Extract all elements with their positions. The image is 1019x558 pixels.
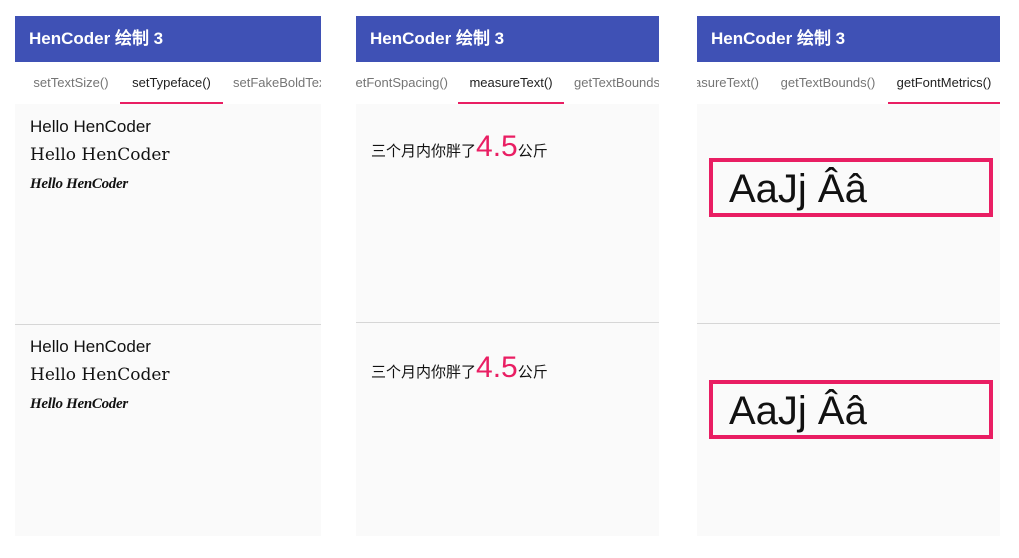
hello-text-serif: Hello HenCoder <box>30 145 170 165</box>
tab-bar: measureText() getTextBounds() getFontMet… <box>697 62 1000 104</box>
tab-bar: setFontSpacing() measureText() getTextBo… <box>356 62 659 104</box>
font-metrics-box: AaJj Ââ <box>709 380 993 439</box>
app-bar-title: HenCoder 绘制 3 <box>697 16 1000 62</box>
measured-text-prefix: 三个月内你胖了 <box>371 363 477 381</box>
measured-text-suffix: 公斤 <box>517 142 548 160</box>
font-metrics-text: AaJj Ââ <box>729 389 867 433</box>
measured-text-suffix: 公斤 <box>517 363 548 381</box>
screen-get-font-metrics: HenCoder 绘制 3 measureText() getTextBound… <box>697 16 1000 536</box>
screen-set-typeface: HenCoder 绘制 3 setTextSize() setTypeface(… <box>15 16 321 536</box>
tab-set-font-spacing[interactable]: setFontSpacing() <box>356 62 448 104</box>
hello-text-default: Hello HenCoder <box>30 337 151 356</box>
hello-text-script: Hello HenCoder <box>30 396 128 412</box>
tab-bar: setTextSize() setTypeface() setFakeBoldT… <box>15 62 321 104</box>
app-bar-title: HenCoder 绘制 3 <box>356 16 659 62</box>
hello-text-serif: Hello HenCoder <box>30 365 170 385</box>
hello-text-default: Hello HenCoder <box>30 117 151 136</box>
measured-text-prefix: 三个月内你胖了 <box>371 142 477 160</box>
tab-set-typeface[interactable]: setTypeface() <box>120 62 223 104</box>
tab-get-text-bounds[interactable]: getTextBounds() <box>574 62 659 104</box>
screen-measure-text: HenCoder 绘制 3 setFontSpacing() measureTe… <box>356 16 659 536</box>
measured-text-line: 三个月内你胖了4.5公斤 <box>371 130 548 164</box>
font-metrics-text: AaJj Ââ <box>729 167 867 211</box>
section-divider <box>356 322 659 323</box>
section-divider <box>697 323 1000 324</box>
hello-text-script: Hello HenCoder <box>30 176 128 192</box>
tab-measure-text[interactable]: measureText() <box>458 62 564 104</box>
section-divider <box>15 324 321 325</box>
tab-get-font-metrics[interactable]: getFontMetrics() <box>888 62 1000 104</box>
tab-set-fake-bold-text[interactable]: setFakeBoldText() <box>225 62 321 104</box>
app-bar-title: HenCoder 绘制 3 <box>15 16 321 62</box>
measured-text-line: 三个月内你胖了4.5公斤 <box>371 351 548 385</box>
tab-measure-text[interactable]: measureText() <box>697 62 759 104</box>
tab-get-text-bounds[interactable]: getTextBounds() <box>773 62 883 104</box>
font-metrics-box: AaJj Ââ <box>709 158 993 217</box>
tab-set-text-size[interactable]: setTextSize() <box>23 62 119 104</box>
measured-text-number: 4.5 <box>476 130 518 163</box>
measured-text-number: 4.5 <box>476 351 518 384</box>
